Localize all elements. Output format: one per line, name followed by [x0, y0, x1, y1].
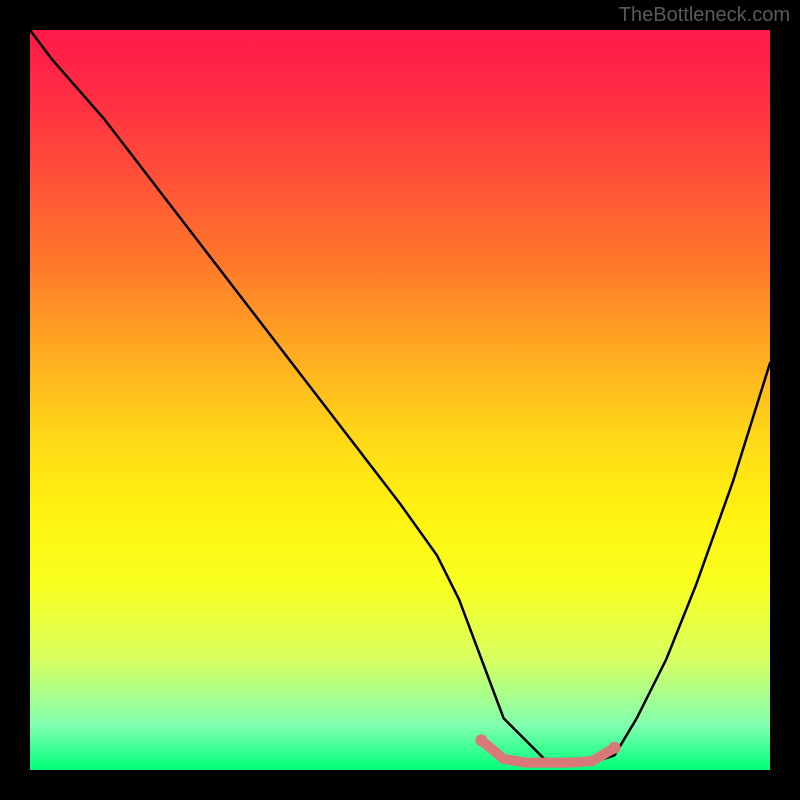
- bottleneck-curve: [30, 30, 770, 763]
- watermark-text: TheBottleneck.com: [619, 4, 790, 27]
- sweet-spot-marker: [481, 740, 614, 762]
- plot-area: [30, 30, 770, 770]
- sweet-spot-dot-left: [475, 734, 487, 746]
- chart-svg: [30, 30, 770, 770]
- sweet-spot-dot-right: [609, 742, 621, 754]
